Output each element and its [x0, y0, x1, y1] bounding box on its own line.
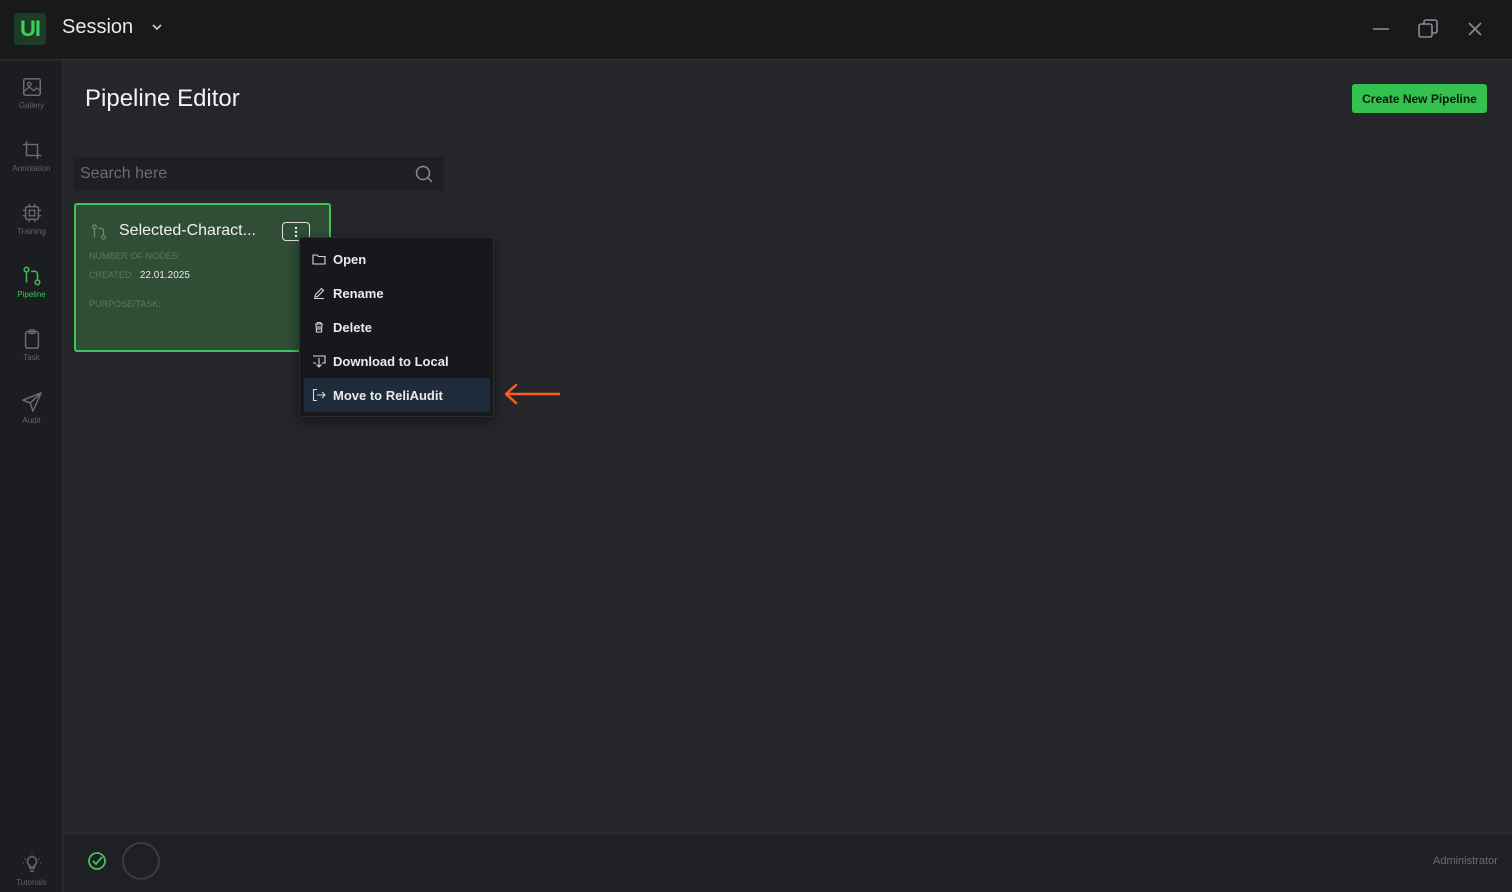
create-new-pipeline-button[interactable]: Create New Pipeline [1352, 84, 1487, 113]
context-menu: Open Rename Delete Download to Local Mov… [299, 237, 494, 417]
title-bar: UI Session [0, 0, 1512, 60]
search-box [73, 157, 444, 191]
status-progress-ring [122, 842, 160, 880]
app-logo: UI [14, 13, 46, 45]
pipeline-icon [92, 224, 106, 240]
more-vertical-icon [294, 226, 298, 237]
chevron-down-icon[interactable] [150, 20, 164, 34]
card-created-label: CREATED: [89, 270, 134, 280]
download-icon [313, 355, 326, 368]
menu-item-open[interactable]: Open [304, 242, 490, 276]
clipboard-icon [24, 329, 39, 349]
sidebar-item-pipeline[interactable]: Pipeline [0, 265, 63, 321]
card-nodes-label: NUMBER OF NODES: [89, 251, 181, 261]
sidebar-item-annotation[interactable]: Annotation [0, 139, 63, 195]
status-bar [64, 833, 1512, 892]
folder-icon [312, 254, 326, 265]
pencil-icon [314, 287, 325, 300]
session-title[interactable]: Session [62, 16, 133, 39]
send-icon [21, 392, 42, 412]
sidebar-item-label: Tutorials [16, 878, 47, 887]
restore-icon[interactable] [1416, 17, 1440, 41]
pipeline-card-title: Selected-Charact... [119, 222, 256, 239]
annotation-arrow-icon [504, 383, 561, 405]
sidebar-item-label: Audit [22, 416, 41, 425]
card-purpose: PURPOSE/TASK: [89, 299, 167, 310]
sidebar-item-label: Annotation [12, 164, 51, 173]
image-icon [22, 78, 41, 96]
sidebar-item-label: Task [23, 353, 40, 362]
trash-icon [315, 321, 323, 333]
sidebar: Gallery Annotation Training Pipeline Tas… [0, 61, 63, 892]
status-user: Administrator [1433, 855, 1498, 867]
close-icon[interactable] [1463, 17, 1487, 41]
search-input[interactable] [73, 157, 403, 191]
card-created-value: 22.01.2025 [139, 270, 190, 281]
move-icon [312, 388, 326, 402]
lightbulb-icon [22, 853, 41, 873]
menu-item-delete[interactable]: Delete [304, 310, 490, 344]
sidebar-item-label: Pipeline [17, 290, 46, 299]
pipeline-card[interactable]: Selected-Charact... NUMBER OF NODES: CRE… [74, 203, 331, 352]
sidebar-item-audit[interactable]: Audit [0, 391, 63, 447]
sidebar-item-training[interactable]: Training [0, 202, 63, 258]
menu-item-label: Delete [333, 319, 373, 335]
card-purpose-label: PURPOSE/TASK: [89, 299, 161, 309]
menu-item-download[interactable]: Download to Local [304, 344, 490, 378]
minimize-icon[interactable] [1369, 17, 1393, 41]
search-icon[interactable] [414, 164, 434, 184]
sidebar-item-task[interactable]: Task [0, 328, 63, 384]
chip-icon [22, 203, 41, 223]
check-circle-icon [88, 852, 106, 870]
page-title: Pipeline Editor [85, 85, 240, 112]
menu-item-label: Rename [333, 285, 384, 301]
sidebar-item-gallery[interactable]: Gallery [0, 76, 63, 132]
sidebar-item-tutorials[interactable]: Tutorials [0, 853, 63, 892]
menu-item-label: Download to Local [333, 353, 449, 369]
menu-item-label: Open [333, 251, 367, 267]
card-created: CREATED: 22.01.2025 [89, 270, 190, 281]
card-nodes: NUMBER OF NODES: [89, 251, 186, 262]
sidebar-item-label: Training [17, 227, 46, 236]
menu-item-move-to-reliaudit[interactable]: Move to ReliAudit [304, 378, 490, 412]
menu-item-rename[interactable]: Rename [304, 276, 490, 310]
pipeline-icon [22, 266, 41, 286]
sidebar-item-label: Gallery [18, 101, 45, 110]
crop-icon [22, 140, 41, 160]
menu-item-label: Move to ReliAudit [333, 387, 443, 403]
